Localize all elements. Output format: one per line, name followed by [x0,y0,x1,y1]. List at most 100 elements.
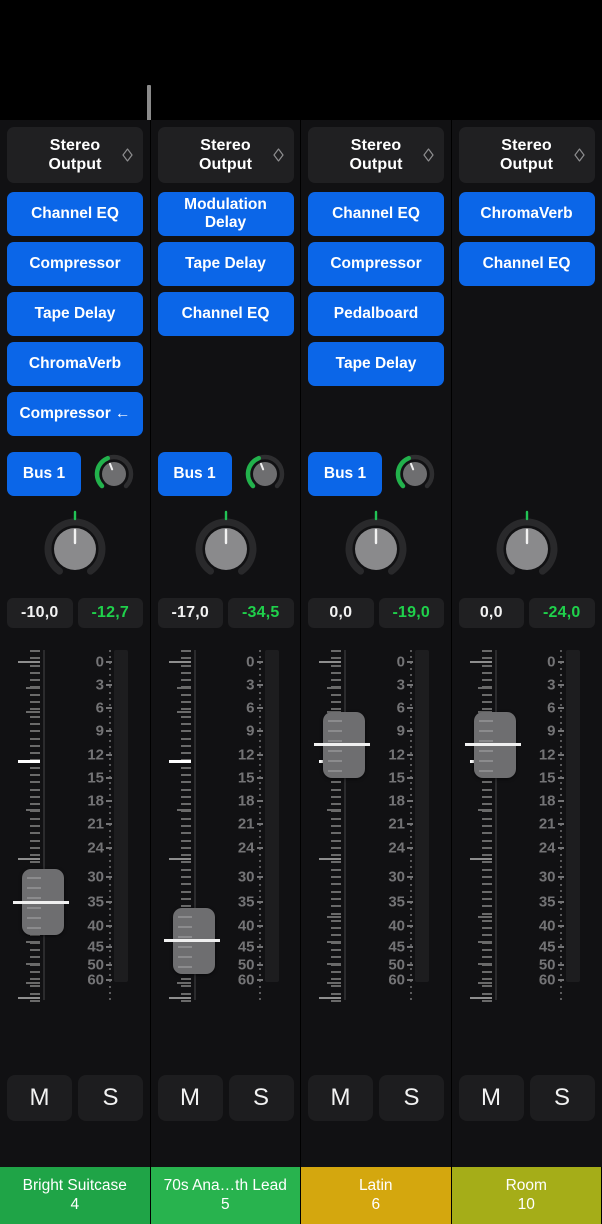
volume-value[interactable]: -10,0 [7,598,73,628]
fader-grip [27,927,41,929]
meter-scale-dash [257,847,263,849]
volume-value[interactable]: 0,0 [459,598,525,628]
volume-fader[interactable] [173,908,215,974]
output-slot[interactable]: StereoOutput [308,127,444,183]
solo-button[interactable]: S [530,1075,595,1121]
chevron-updown-icon[interactable] [122,149,133,162]
meter-scale-dash [558,777,564,779]
peak-value[interactable]: -19,0 [379,598,445,628]
track-name-plate[interactable]: Latin6 [301,1167,452,1224]
pan-knob[interactable] [301,508,452,586]
send-slot[interactable]: Bus 1 [7,452,81,496]
fader-tick [331,657,341,659]
solo-button[interactable]: S [78,1075,143,1121]
peak-value[interactable]: -34,5 [228,598,294,628]
volume-fader[interactable] [474,712,516,778]
meter-scale-dash [558,661,564,663]
output-slot[interactable]: StereoOutput [158,127,294,183]
fader-tick [331,905,341,907]
channel-strip-2: StereoOutput Modulation Delay Tape Delay Ch… [151,120,302,1224]
channel-strip-3: StereoOutput Channel EQ Compressor Pedalboa… [301,120,452,1224]
insert-slot[interactable]: Tape Delay [308,342,444,386]
insert-slot[interactable]: Compressor [308,242,444,286]
insert-slot[interactable]: Compressor [7,242,143,286]
fader-tick [181,876,191,878]
fader-tick [482,650,492,652]
chevron-updown-icon[interactable] [574,149,585,162]
fader-tick [331,949,341,951]
insert-slot[interactable]: Channel EQ [308,192,444,236]
track-name: Room [506,1177,547,1195]
fader-tick [331,650,341,652]
meter-scale-dash [257,730,263,732]
chevron-updown-icon[interactable] [273,149,284,162]
channel-strip-4: StereoOutput ChromaVerb Channel EQ 0,0-24,0… [452,120,602,1224]
track-name-plate[interactable]: 70s Ana…th Lead5 [151,1167,302,1224]
peak-value[interactable]: -24,0 [529,598,595,628]
insert-slot[interactable]: ChromaVerb [7,342,143,386]
fader-tick-major [319,661,341,663]
fader-tick [30,774,40,776]
fader-grip [27,907,41,909]
mute-button[interactable]: M [158,1075,223,1121]
fader-tick [181,832,191,834]
meter-scale-label: 40 [388,917,405,934]
volume-fader[interactable] [323,712,365,778]
meter-scale-label: 30 [388,869,405,886]
fader-track[interactable] [495,650,497,1000]
insert-slot[interactable]: Pedalboard [308,292,444,336]
meter-scale-label: 40 [238,917,255,934]
meter-scale-label: 21 [87,816,104,833]
insert-slot[interactable]: ChromaVerb [459,192,595,236]
insert-slot[interactable]: Tape Delay [158,242,294,286]
mute-button[interactable]: M [308,1075,373,1121]
meter-scale-dash [257,707,263,709]
send-slot[interactable]: Bus 1 [308,452,382,496]
send-level-knob[interactable] [394,453,436,495]
send-level-knob[interactable] [244,453,286,495]
meter-scale-label: 35 [87,894,104,911]
fader-track[interactable] [344,650,346,1000]
pan-knob[interactable] [452,508,602,586]
mute-button[interactable]: M [459,1075,524,1121]
send-row: Bus 1 [308,452,444,496]
fader-tick [181,854,191,856]
meter-scale-label: 15 [539,769,556,786]
fader-tick-major [470,997,492,999]
volume-value[interactable]: 0,0 [308,598,374,628]
track-name-plate[interactable]: Bright Suitcase4 [0,1167,151,1224]
output-slot[interactable]: StereoOutput [459,127,595,183]
insert-slot[interactable]: Tape Delay [7,292,143,336]
fader-tick [331,672,341,674]
solo-button[interactable]: S [379,1075,444,1121]
pan-knob[interactable] [151,508,302,586]
fader-tick [482,854,492,856]
insert-slot[interactable]: Channel EQ [158,292,294,336]
solo-button[interactable]: S [229,1075,294,1121]
pan-knob[interactable] [0,508,151,586]
meter-scale-dash [106,777,112,779]
fader-tick [181,898,191,900]
mute-button[interactable]: M [7,1075,72,1121]
insert-slot[interactable]: Modulation Delay [158,192,294,236]
chevron-updown-icon[interactable] [423,149,434,162]
track-name-plate[interactable]: Room10 [452,1167,602,1224]
volume-value[interactable]: -17,0 [158,598,224,628]
fader-tick [331,701,341,703]
meter-scale-label: 45 [87,939,104,956]
output-slot[interactable]: StereoOutput [7,127,143,183]
fader-grip [178,966,192,968]
send-level-knob[interactable] [93,453,135,495]
fader-track[interactable] [43,650,45,1000]
meter-scale-dash [407,730,413,732]
insert-slot[interactable]: Channel EQ [7,192,143,236]
peak-value[interactable]: -12,7 [78,598,144,628]
fader-tick [181,803,191,805]
insert-slot[interactable]: Compressor ← [7,392,143,436]
send-slot[interactable]: Bus 1 [158,452,232,496]
insert-slot[interactable]: Channel EQ [459,242,595,286]
volume-fader[interactable] [22,869,64,935]
fader-tick-mid [327,982,341,984]
fader-tick [331,927,341,929]
fader-tick [30,854,40,856]
